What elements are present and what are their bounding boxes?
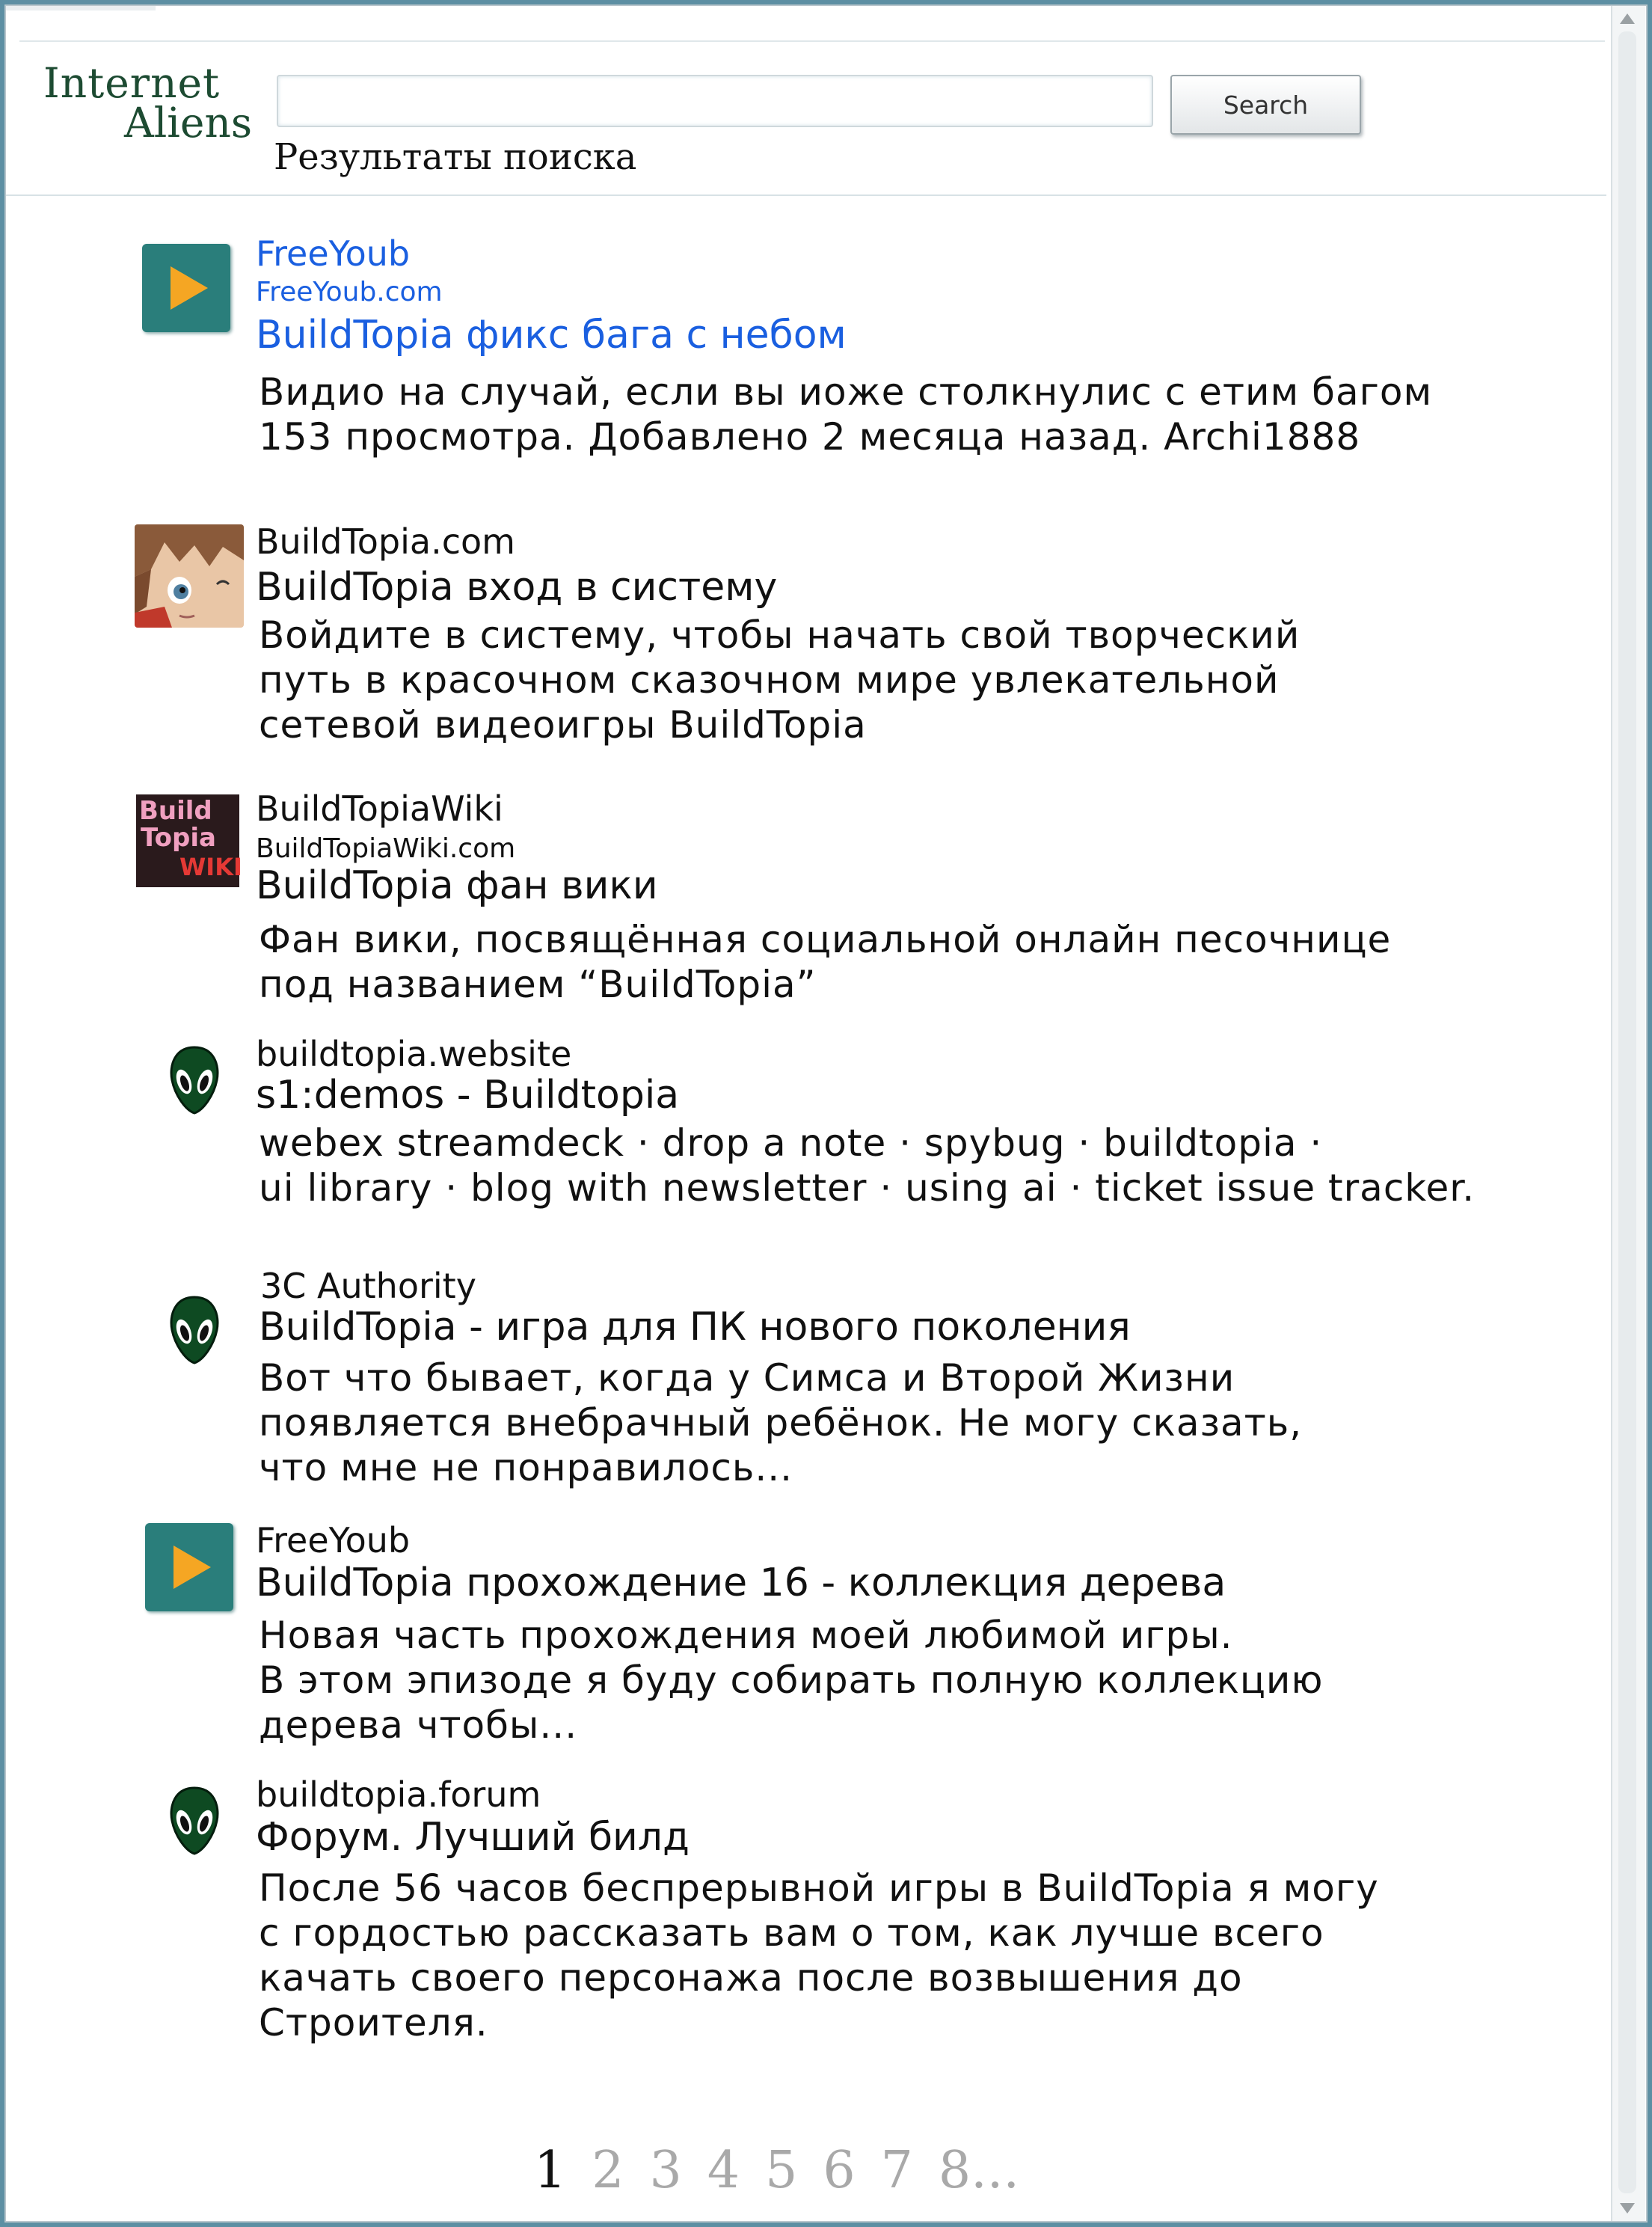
wiki-logo-word-3: WIKI: [179, 853, 242, 881]
result-description: Видио на случай, если вы иоже столкнулис…: [259, 370, 1433, 459]
wiki-logo-word-2: Topia: [141, 823, 216, 853]
result-title-link[interactable]: BuildTopia - игра для ПК нового поколени…: [259, 1305, 1131, 1350]
page-link-6[interactable]: 6: [823, 2141, 855, 2200]
result-description: Новая часть прохождения моей любимой игр…: [259, 1614, 1324, 1747]
play-icon[interactable]: [142, 244, 230, 332]
search-input[interactable]: [277, 75, 1153, 127]
result-title-link[interactable]: BuildTopia фан вики: [256, 863, 658, 908]
page-link-2[interactable]: 2: [592, 2141, 624, 2200]
site-logo[interactable]: Internet Aliens: [43, 63, 260, 153]
result-site-name[interactable]: 3C Authority: [260, 1266, 476, 1306]
result-title-link[interactable]: s1:demos - Buildtopia: [256, 1073, 679, 1118]
result-url[interactable]: BuildTopiaWiki.com: [256, 833, 515, 864]
play-icon[interactable]: [145, 1523, 233, 1611]
result-site-name[interactable]: FreeYoub: [256, 233, 410, 274]
logo-line-2: Aliens: [124, 99, 253, 147]
result-title-link[interactable]: BuildTopia прохождение 16 - коллекция де…: [256, 1560, 1226, 1605]
result-description: Фан вики, посвящённая социальной онлайн …: [259, 918, 1392, 1006]
scroll-thumb[interactable]: [1618, 31, 1636, 2193]
result-site-name[interactable]: buildtopia.website: [256, 1034, 571, 1074]
alien-icon[interactable]: [168, 1786, 221, 1855]
wiki-logo-word-1: Build: [139, 796, 212, 826]
search-button[interactable]: Search: [1170, 75, 1361, 135]
pagination: 1 2 3 4 5 6 7 8...: [534, 2141, 1045, 2201]
result-site-name[interactable]: BuildTopiaWiki: [256, 788, 503, 829]
result-site-name[interactable]: FreeYoub: [256, 1520, 410, 1560]
page-link-1[interactable]: 1: [534, 2141, 566, 2200]
vertical-scrollbar[interactable]: [1611, 6, 1645, 2221]
result-description: Войдите в систему, чтобы начать свой тво…: [259, 613, 1301, 747]
result-title-link[interactable]: Форум. Лучший билд: [256, 1815, 690, 1860]
result-description: После 56 часов беспрерывной игры в Build…: [259, 1866, 1379, 2044]
result-title-link[interactable]: BuildTopia вход в систему: [256, 565, 777, 610]
logo-line-1: Internet: [43, 59, 221, 107]
alien-icon[interactable]: [168, 1296, 221, 1364]
result-description: Вот что бывает, когда у Симса и Второй Ж…: [259, 1356, 1303, 1489]
result-title-link[interactable]: BuildTopia фикс бага с небом: [256, 313, 847, 358]
browser-window: Internet Aliens Search Результаты поиска…: [4, 4, 1648, 2223]
title-bar: [6, 6, 156, 10]
scroll-down-arrow-icon[interactable]: [1620, 2203, 1635, 2214]
result-site-name[interactable]: BuildTopia.com: [256, 521, 515, 562]
page-link-3[interactable]: 3: [650, 2141, 682, 2200]
search-header: Internet Aliens Search Результаты поиска: [6, 42, 1606, 196]
page-link-more[interactable]: 8...: [939, 2141, 1019, 2200]
wiki-logo[interactable]: Build Topia WIKI: [136, 794, 242, 887]
result-description: webex streamdeck · drop a note · spybug …: [259, 1121, 1476, 1210]
page-link-7[interactable]: 7: [881, 2141, 913, 2200]
result-site-name[interactable]: buildtopia.forum: [256, 1774, 541, 1815]
page-link-5[interactable]: 5: [765, 2141, 797, 2200]
avatar[interactable]: [135, 524, 244, 628]
scroll-up-arrow-icon[interactable]: [1620, 13, 1635, 24]
result-url[interactable]: FreeYoub.com: [256, 277, 443, 307]
page-link-4[interactable]: 4: [707, 2141, 740, 2200]
page-title: Результаты поиска: [274, 136, 637, 178]
alien-icon[interactable]: [168, 1046, 221, 1115]
